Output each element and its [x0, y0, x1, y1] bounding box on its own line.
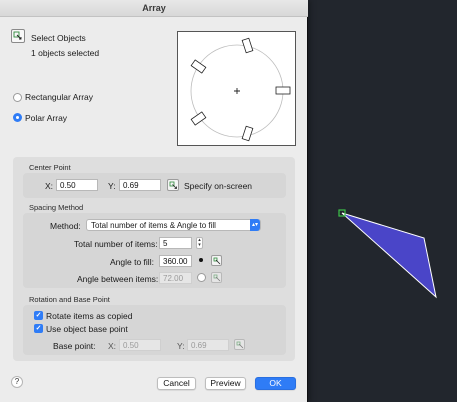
title-bar[interactable]: Array [0, 0, 308, 17]
angle-to-fill-label: Angle to fill: [110, 257, 154, 267]
spacing-method-title: Spacing Method [29, 203, 84, 212]
base-y-input[interactable]: 0.69 [187, 339, 229, 351]
specify-on-screen-button[interactable] [167, 179, 179, 191]
method-select[interactable]: Total number of items & Angle to fill ▴▾ [86, 219, 261, 231]
angle-between-pick-button[interactable] [211, 272, 222, 283]
angle-between-label: Angle between items: [77, 274, 159, 284]
array-preview [177, 31, 296, 146]
center-y-input[interactable]: 0.69 [119, 179, 161, 191]
pick-point-icon [169, 181, 177, 189]
total-items-label: Total number of items: [74, 239, 158, 249]
polar-array-label[interactable]: Polar Array [25, 113, 67, 123]
base-x-input[interactable]: 0.50 [119, 339, 161, 351]
center-point-title: Center Point [29, 163, 71, 172]
select-objects-label[interactable]: Select Objects [31, 33, 86, 43]
selected-triangle[interactable] [341, 212, 437, 299]
center-x-label: X: [45, 181, 54, 191]
pick-base-point-icon [236, 341, 243, 348]
total-items-input[interactable]: 5 [159, 237, 192, 249]
select-chevron-icon: ▴▾ [250, 219, 260, 231]
polar-array-radio[interactable] [13, 113, 22, 122]
selection-status: 1 objects selected [31, 48, 100, 58]
select-objects-icon[interactable] [11, 29, 25, 43]
rectangular-array-label[interactable]: Rectangular Array [25, 92, 93, 102]
preview-button[interactable]: Preview [205, 377, 246, 390]
ok-button[interactable]: OK [255, 377, 296, 390]
center-y-label: Y: [108, 181, 116, 191]
array-dialog: Array Select Objects 1 objects selected … [0, 0, 308, 402]
angle-fill-pick-button[interactable] [211, 255, 222, 266]
rotate-items-checkbox[interactable]: ✓ [34, 311, 43, 320]
specify-on-screen-label[interactable]: Specify on-screen [184, 181, 252, 191]
rectangular-array-radio[interactable] [13, 93, 22, 102]
base-y-label: Y: [177, 341, 185, 351]
base-point-label: Base point: [53, 341, 96, 351]
method-label: Method: [50, 221, 81, 231]
base-point-pick-button[interactable] [234, 339, 245, 350]
rotate-items-label[interactable]: Rotate items as copied [46, 311, 132, 321]
rotation-base-title: Rotation and Base Point [29, 295, 110, 304]
use-base-point-checkbox[interactable]: ✓ [34, 324, 43, 333]
angle-to-fill-input[interactable]: 360.00 [159, 255, 192, 267]
cancel-button[interactable]: Cancel [157, 377, 196, 390]
help-button[interactable]: ? [11, 376, 23, 388]
center-x-input[interactable]: 0.50 [56, 179, 98, 191]
angle-between-option[interactable] [197, 273, 206, 282]
use-base-point-label[interactable]: Use object base point [46, 324, 128, 334]
method-select-value: Total number of items & Angle to fill [91, 221, 216, 230]
pick-angle-icon [213, 257, 220, 264]
angle-fill-dot [199, 258, 203, 262]
pick-angle-disabled-icon [213, 274, 220, 281]
base-x-label: X: [108, 341, 117, 351]
angle-between-input[interactable]: 72.00 [159, 272, 192, 284]
window-title: Array [142, 3, 166, 13]
total-items-stepper[interactable]: ▴ ▾ [196, 237, 203, 249]
